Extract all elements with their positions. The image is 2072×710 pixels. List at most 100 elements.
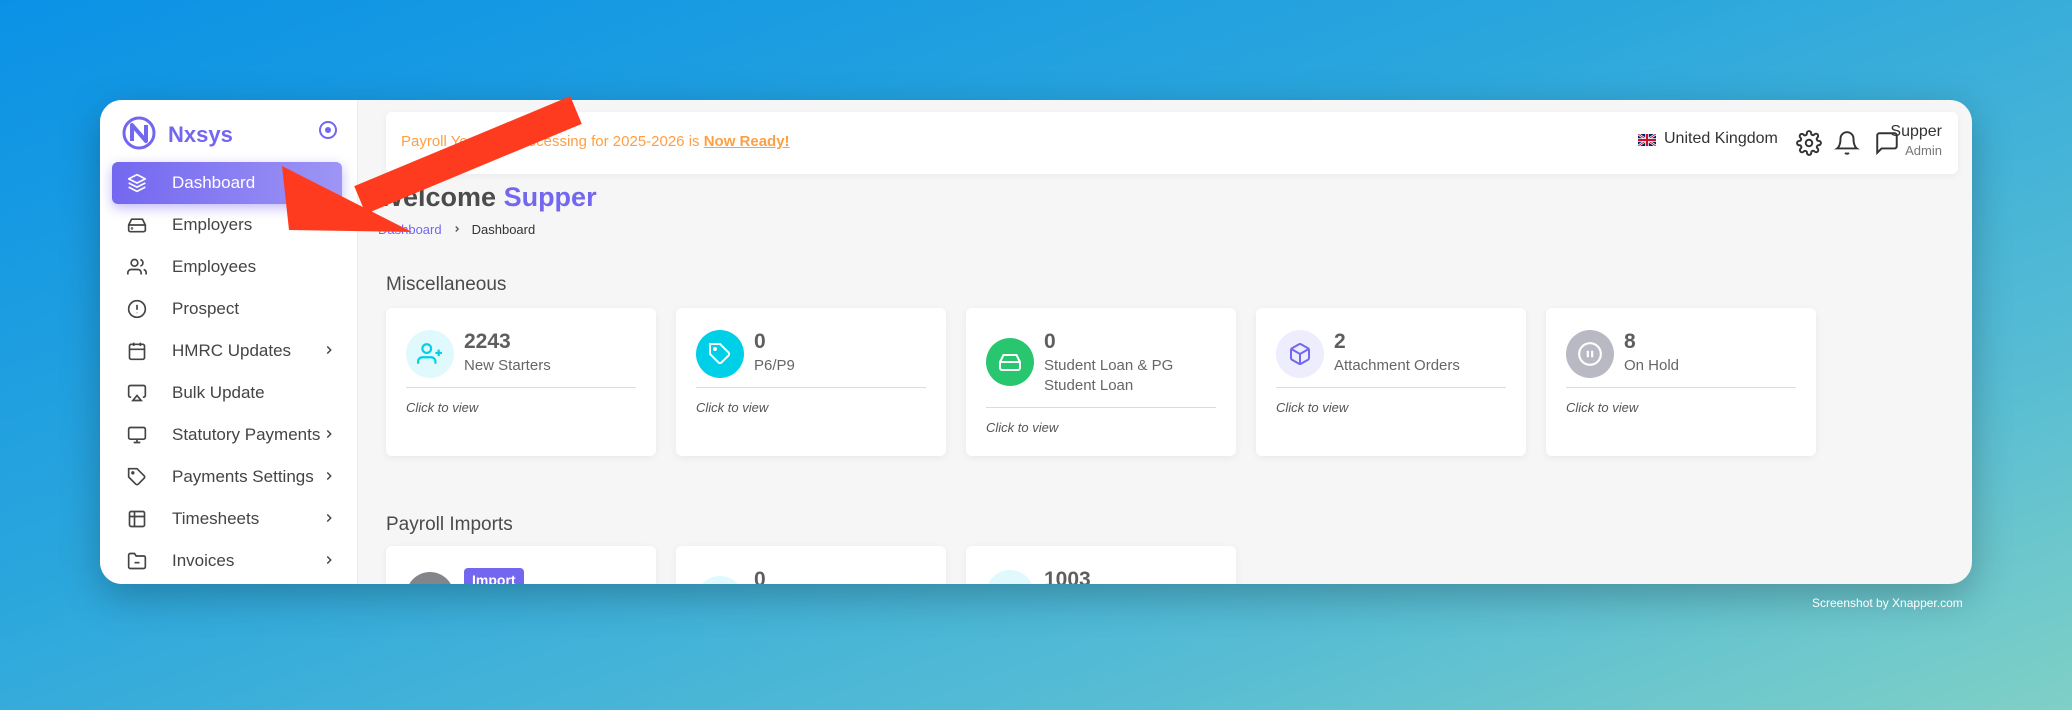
notice-link[interactable]: Now Ready! xyxy=(704,133,790,150)
monitor-icon xyxy=(126,424,148,446)
card-on-hold[interactable]: 8 On Hold Click to view xyxy=(1546,308,1816,456)
chevron-right-icon xyxy=(322,426,336,446)
sidebar-item-bulk-update[interactable]: Bulk Update xyxy=(112,372,342,414)
sidebar-item-employees[interactable]: Employees xyxy=(112,246,342,288)
import-button[interactable]: Import xyxy=(464,568,524,584)
country-label: United Kingdom xyxy=(1664,130,1778,147)
folder-icon xyxy=(126,550,148,572)
user-role: Admin xyxy=(1905,143,1942,158)
sidebar-item-label: Bulk Update xyxy=(172,383,265,402)
app-window: Nxsys Dashboard Employers Employees Pros… xyxy=(100,100,1972,584)
pause-circle-icon xyxy=(1566,330,1614,378)
brand-name: Nxsys xyxy=(168,122,233,147)
chevron-right-icon xyxy=(322,468,336,488)
payroll-imports-heading: Payroll Imports xyxy=(386,514,513,535)
chevron-right-icon xyxy=(322,342,336,362)
sidebar-item-invoices[interactable]: Invoices xyxy=(112,540,342,582)
sidebar-item-label: Employees xyxy=(172,257,257,276)
sidebar-item-label: Payments Settings xyxy=(172,467,314,486)
table-icon xyxy=(126,508,148,530)
miscellaneous-heading: Miscellaneous xyxy=(386,274,507,295)
welcome-name: Supper xyxy=(503,182,597,212)
breadcrumb-link[interactable]: Dashboard xyxy=(378,222,442,237)
sidebar-item-timesheets[interactable]: Timesheets xyxy=(112,498,342,540)
breadcrumb-current: Dashboard xyxy=(471,222,536,237)
card-label: New Starters xyxy=(464,357,551,374)
card-divider xyxy=(986,407,1216,408)
nxsys-logo-icon xyxy=(122,116,156,155)
card-value: 0 xyxy=(754,330,766,353)
card-student-loan[interactable]: 0 Student Loan & PG Student Loan Click t… xyxy=(966,308,1236,456)
sidebar: Nxsys Dashboard Employers Employees Pros… xyxy=(100,100,358,584)
card-label: P6/P9 xyxy=(754,357,795,374)
country-selector[interactable]: United Kingdom xyxy=(1637,130,1778,148)
card-value: 0 xyxy=(754,568,766,584)
breadcrumb: Dashboard Dashboard xyxy=(378,222,535,237)
card-divider xyxy=(1566,387,1796,388)
card-new-starters[interactable]: 2243 New Starters Click to view xyxy=(386,308,656,456)
import-avatar-icon xyxy=(406,572,454,584)
tag-icon xyxy=(696,330,744,378)
card-divider xyxy=(1276,387,1506,388)
year-end-notice: Payroll Year end processing for 2025-202… xyxy=(401,133,790,150)
drive-icon xyxy=(126,214,148,236)
alert-circle-icon xyxy=(126,298,148,320)
card-cta[interactable]: Click to view xyxy=(1276,400,1348,415)
settings-gear-icon[interactable] xyxy=(1796,130,1822,161)
card-value: 2243 xyxy=(464,330,511,353)
users-icon xyxy=(126,256,148,278)
import-status-icon xyxy=(696,576,744,584)
card-attachment-orders[interactable]: 2 Attachment Orders Click to view xyxy=(1256,308,1526,456)
top-navbar: Payroll Year end processing for 2025-202… xyxy=(386,112,1958,174)
sidebar-item-payments-settings[interactable]: Payments Settings xyxy=(112,456,342,498)
card-label: Student Loan & PG Student Loan xyxy=(1044,357,1174,394)
uk-flag-icon xyxy=(1637,133,1657,147)
sidebar-item-label: HMRC Updates xyxy=(172,341,292,360)
watermark: Screenshot by Xnapper.com xyxy=(1812,596,1963,610)
chevron-right-icon xyxy=(322,552,336,572)
calendar-icon xyxy=(126,340,148,362)
sidebar-item-statutory-payments[interactable]: Statutory Payments xyxy=(112,414,342,456)
chevron-right-icon xyxy=(452,222,462,237)
card-divider xyxy=(406,387,636,388)
card-value: 8 xyxy=(1624,330,1636,353)
user-menu[interactable]: Supper Admin xyxy=(1890,123,1942,158)
airplay-icon xyxy=(126,382,148,404)
import-total-icon xyxy=(986,570,1034,584)
main-content: Payroll Year end processing for 2025-202… xyxy=(358,100,1972,584)
card-cta[interactable]: Click to view xyxy=(406,400,478,415)
sidebar-item-label: Timesheets xyxy=(172,509,260,528)
sidebar-item-label: Statutory Payments xyxy=(172,425,321,444)
card-import[interactable]: Import xyxy=(386,546,656,584)
sidebar-item-label: Prospect xyxy=(172,299,240,318)
notification-bell-icon[interactable] xyxy=(1834,130,1860,161)
sidebar-item-dashboard[interactable]: Dashboard xyxy=(112,162,342,204)
card-value: 0 xyxy=(1044,330,1056,353)
layers-icon xyxy=(126,172,148,194)
card-cta[interactable]: Click to view xyxy=(986,420,1058,435)
user-plus-icon xyxy=(406,330,454,378)
card-cta[interactable]: Click to view xyxy=(1566,400,1638,415)
box-icon xyxy=(1276,330,1324,378)
card-import-count[interactable]: 0 xyxy=(676,546,946,584)
card-value: 1003 xyxy=(1044,568,1091,584)
sidebar-item-label: Dashboard xyxy=(172,173,256,192)
card-divider xyxy=(696,387,926,388)
card-value: 2 xyxy=(1334,330,1346,353)
sidebar-item-prospect[interactable]: Prospect xyxy=(112,288,342,330)
card-p6-p9[interactable]: 0 P6/P9 Click to view xyxy=(676,308,946,456)
card-cta[interactable]: Click to view xyxy=(696,400,768,415)
brand[interactable]: Nxsys xyxy=(122,116,233,154)
tag-icon xyxy=(126,466,148,488)
notice-text: Payroll Year end processing for 2025-202… xyxy=(401,133,704,150)
sidebar-item-employers[interactable]: Employers xyxy=(112,204,342,246)
sidebar-item-label: Invoices xyxy=(172,551,235,570)
sidebar-nav: Dashboard Employers Employees Prospect H… xyxy=(112,162,342,582)
welcome-prefix: Welcome xyxy=(378,182,504,212)
card-import-total[interactable]: 1003 xyxy=(966,546,1236,584)
sidebar-item-label: Employers xyxy=(172,215,253,234)
page-title: Welcome Supper xyxy=(378,182,597,213)
sidebar-item-hmrc-updates[interactable]: HMRC Updates xyxy=(112,330,342,372)
sidebar-toggle-icon[interactable] xyxy=(318,120,338,145)
user-name: Supper xyxy=(1890,123,1942,140)
